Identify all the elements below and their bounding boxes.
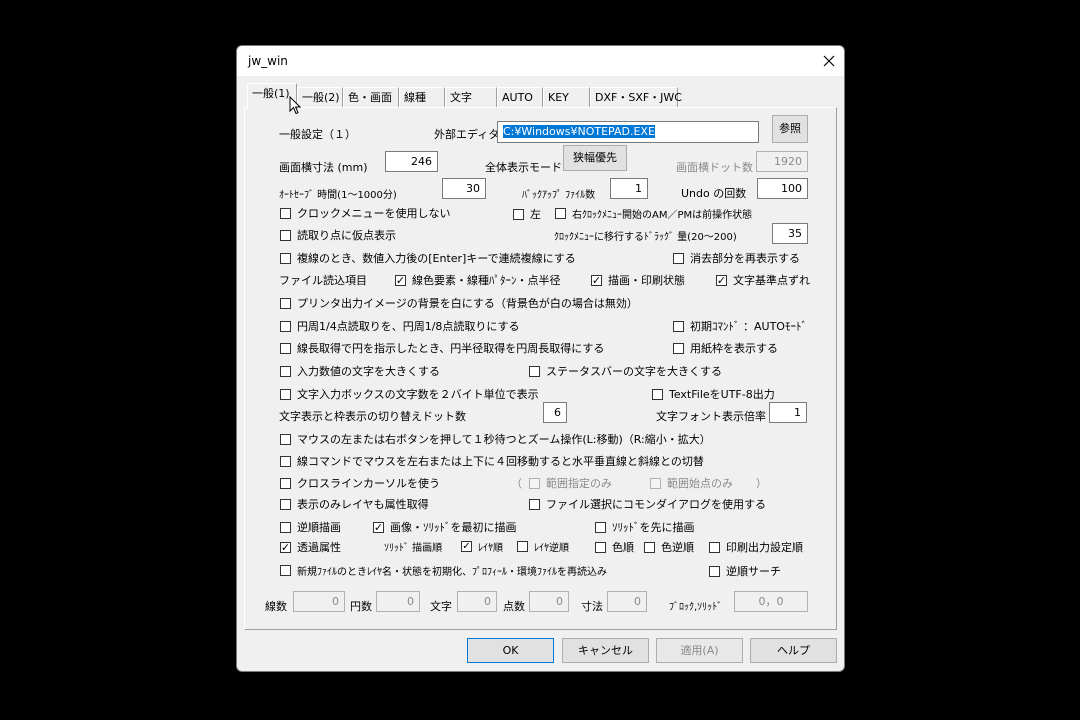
fullview-label: 全体表示モード [485, 161, 562, 174]
layer-order-checkbox[interactable]: ✓ ﾚｲﾔ順 [461, 539, 503, 554]
help-button[interactable]: ヘルプ [750, 638, 837, 663]
tab-text[interactable]: 文字 [445, 87, 497, 107]
circles-count-label: 円数 [350, 600, 372, 613]
close-button[interactable] [814, 46, 844, 76]
big-input-checkbox[interactable]: 入力数値の文字を大きくする [280, 363, 440, 379]
editor-path-input[interactable]: C:¥Windows¥NOTEPAD.EXE [497, 121, 759, 143]
right-clock-checkbox[interactable]: 右ｸﾛｯｸﾒﾆｭｰ開始のAM／PMは前操作状態 [555, 206, 752, 221]
editor-label: 外部エディタ [434, 128, 500, 141]
text-base-checkbox[interactable]: ✓ 文字基準点ずれ [716, 272, 810, 288]
mouse-cursor-icon [289, 96, 301, 115]
screen-dots-label: 画面横ドット数 [676, 161, 753, 174]
image-first-checkbox[interactable]: ✓ 画像・ｿﾘｯﾄﾞを最初に描画 [373, 519, 517, 535]
lines-count-label: 線数 [265, 600, 287, 613]
temp-point-checkbox[interactable]: 読取り点に仮点表示 [280, 227, 396, 243]
crossline-checkbox[interactable]: クロスラインカーソルを使う [280, 475, 440, 491]
points-count-input: 0 [529, 591, 569, 612]
utf8-checkbox[interactable]: TextFileをUTF-8出力 [652, 386, 775, 402]
cancel-button[interactable]: キャンセル [562, 638, 649, 663]
reverse-draw-checkbox[interactable]: 逆順描画 [280, 519, 341, 535]
dims-count-label: 寸法 [581, 600, 603, 613]
circles-count-input: 0 [376, 591, 420, 612]
apply-button: 適用(A) [656, 638, 743, 663]
autosave-label: ｵｰﾄｾｰﾌﾞ 時間(1〜1000分) [279, 190, 397, 201]
init-auto-checkbox[interactable]: 初期ｺﾏﾝﾄﾞ ：AUTOﾓｰﾄﾞ [673, 318, 807, 334]
tab-panel: 一般設定（１） 外部エディタ C:¥Windows¥NOTEPAD.EXE 参照… [244, 107, 837, 630]
color-order-checkbox[interactable]: 色順 [595, 539, 634, 555]
tab-strip: 一般(1) 一般(2) 色・画面 線種 文字 AUTO KEY DXF・SXF・… [237, 83, 844, 108]
redraw-erase-checkbox[interactable]: 消去部分を再表示する [673, 250, 800, 266]
range-paren-open: （ [511, 477, 522, 490]
autosave-input[interactable]: 30 [442, 178, 486, 199]
tab-general-2[interactable]: 一般(2) [297, 87, 343, 107]
solid-order-label: ｿﾘｯﾄﾞ 描画順 [384, 543, 443, 554]
screen-size-input[interactable]: 246 [385, 151, 438, 172]
new-file-checkbox[interactable]: 新規ﾌｧｲﾙのときﾚｲﾔ名・状態を初期化、ﾌﾟﾛﾌｨｰﾙ・環境ﾌｧｲﾙを再読込み [280, 563, 607, 578]
line-length-checkbox[interactable]: 線長取得で円を指示したとき、円半径取得を円周長取得にする [280, 340, 604, 356]
circle-quarter-checkbox[interactable]: 円周1/4点読取りを、円周1/8点読取りにする [280, 318, 520, 334]
mouse-zoom-checkbox[interactable]: マウスの左または右ボタンを押して１秒待つとズーム操作(L:移動)（R:縮小・拡大… [280, 431, 711, 447]
solid-first-checkbox[interactable]: ｿﾘｯﾄﾞを先に描画 [595, 519, 695, 535]
points-count-label: 点数 [503, 600, 525, 613]
text-count-label: 文字 [430, 600, 452, 613]
range-start-checkbox: 範囲始点のみ [650, 475, 733, 491]
transparent-checkbox[interactable]: ✓ 透過属性 [280, 539, 341, 555]
tab-line-type[interactable]: 線種 [399, 87, 445, 107]
screen-size-label: 画面横寸法 (mm) [279, 161, 368, 174]
printer-white-checkbox[interactable]: プリンタ出力イメージの背景を白にする（背景色が白の場合は無効） [280, 295, 638, 311]
tab-dxf[interactable]: DXF・SXF・JWC [590, 87, 682, 107]
layer-reverse-checkbox[interactable]: ﾚｲﾔ逆順 [517, 539, 569, 554]
undo-input[interactable]: 100 [757, 178, 808, 199]
block-count-label: ﾌﾞﾛｯｸ,ｿﾘｯﾄﾞ [669, 602, 723, 613]
color-reverse-checkbox[interactable]: 色逆順 [644, 539, 694, 555]
general-heading: 一般設定（１） [279, 128, 356, 141]
range-paren-close: ） [756, 477, 767, 490]
reverse-search-checkbox[interactable]: 逆順サーチ [709, 563, 781, 579]
drag-label: ｸﾛｯｸﾒﾆｭｰに移行するﾄﾞﾗｯｸﾞ 量(20〜200) [554, 232, 737, 243]
lines-count-input: 0 [293, 591, 345, 612]
file-items-label: ファイル読込項目 [279, 274, 367, 287]
ok-button[interactable]: OK [467, 638, 554, 663]
print-state-checkbox[interactable]: ✓ 描画・印刷状態 [591, 272, 685, 288]
dot-switch-label: 文字表示と枠表示の切り替えドット数 [279, 410, 466, 423]
text-count-input: 0 [457, 591, 497, 612]
common-dialog-checkbox[interactable]: ファイル選択にコモンダイアログを使用する [529, 496, 766, 512]
dims-count-input: 0 [607, 591, 647, 612]
browse-button[interactable]: 参照 [772, 115, 808, 143]
line-color-checkbox[interactable]: ✓ 線色要素・線種ﾊﾟﾀｰﾝ・点半径 [395, 272, 561, 288]
fullview-button[interactable]: 狭幅優先 [563, 145, 627, 171]
undo-label: Undo の回数 [681, 187, 747, 200]
drag-input[interactable]: 35 [772, 223, 808, 244]
title-bar: jw_win [237, 46, 844, 76]
block-count-input: 0，0 [734, 591, 808, 612]
big-status-checkbox[interactable]: ステータスバーの文字を大きくする [529, 363, 722, 379]
window-title: jw_win [248, 54, 288, 68]
screen-dots-input: 1920 [756, 151, 808, 172]
line-cmd-checkbox[interactable]: 線コマンドでマウスを左右または上下に４回移動すると水平垂直線と斜線との切替 [280, 453, 704, 469]
print-output-checkbox[interactable]: 印刷出力設定順 [709, 539, 803, 555]
left-checkbox[interactable]: 左 [513, 206, 541, 222]
layer-attr-checkbox[interactable]: 表示のみレイヤも属性取得 [280, 496, 429, 512]
settings-dialog: jw_win 一般(1) 一般(2) 色・画面 線種 文字 AUTO KEY D… [236, 45, 845, 672]
double-line-checkbox[interactable]: 複線のとき、数値入力後の[Enter]キーで連続複線にする [280, 250, 576, 266]
tab-auto[interactable]: AUTO [497, 87, 543, 107]
backup-input[interactable]: 1 [610, 178, 648, 199]
two-byte-checkbox[interactable]: 文字入力ボックスの文字数を２バイト単位で表示 [280, 386, 539, 402]
backup-label: ﾊﾞｯｸｱｯﾌﾟ ﾌｧｲﾙ数 [522, 190, 596, 201]
tab-color-screen[interactable]: 色・画面 [343, 87, 399, 107]
close-icon [823, 55, 835, 67]
paper-frame-checkbox[interactable]: 用紙枠を表示する [673, 340, 778, 356]
dot-switch-input[interactable]: 6 [543, 402, 567, 423]
tab-key[interactable]: KEY [543, 87, 590, 107]
font-scale-input[interactable]: 1 [769, 402, 807, 423]
clock-menu-off-checkbox[interactable]: クロックメニューを使用しない [280, 205, 451, 221]
font-scale-label: 文字フォント表示倍率 [656, 410, 766, 423]
range-only-checkbox: 範囲指定のみ [529, 475, 612, 491]
